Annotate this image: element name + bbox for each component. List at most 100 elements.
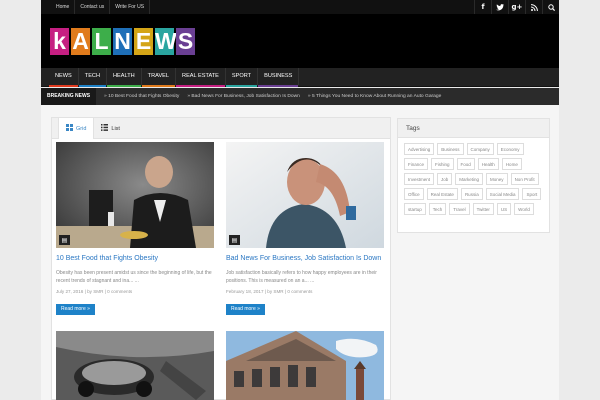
post-thumbnail[interactable] [226,331,384,400]
tag-link[interactable]: Advertising [404,143,435,155]
nav-color-bar [107,85,141,87]
nav-item-label: TRAVEL [147,73,170,79]
nav-item-news[interactable]: NEWS [49,68,79,87]
read-more-label: Read more [61,306,86,312]
nav-item-label: NEWS [55,73,72,79]
logo-letter: k [50,28,69,55]
breaking-news-bar: BREAKING NEWS » 10 Best Food that Fights… [41,88,559,105]
tag-link[interactable]: Social Media [485,188,520,200]
tab-list[interactable]: List [94,118,127,139]
tab-grid[interactable]: Grid [58,118,95,139]
post-title[interactable]: 10 Best Food that Fights Obesity [56,255,158,262]
post-excerpt: Obesity has been present amidst us since… [56,270,212,284]
tag-link[interactable]: Travel [449,203,470,215]
breaking-news-item[interactable]: » Bad News For Business, Job Satisfactio… [187,88,300,105]
tag-link[interactable]: Investment [404,173,435,185]
tag-link[interactable]: Tech [428,203,447,215]
tag-link[interactable]: Money [486,173,508,185]
nav-item-label: REAL ESTATE [182,73,219,79]
logo-letter: L [92,28,111,55]
breaking-news-text: 5 Things You Need to Know About Running … [311,94,442,99]
post-thumbnail[interactable]: ▤ [226,142,384,248]
tag-link[interactable]: startup [404,203,426,215]
rss-icon[interactable] [525,0,542,14]
tags-widget: Tags Advertising Business Company Econom… [397,118,550,233]
nav-item-label: HEALTH [113,73,135,79]
nav-item-business[interactable]: BUSINESS [258,68,300,87]
nav-item-label: TECH [84,73,101,79]
nav-item-sport[interactable]: SPORT [225,68,259,87]
tag-link[interactable]: Office [404,188,424,200]
tags-title: Tags [398,119,549,138]
breaking-news-text: 10 Best Food that Fights Obesity [108,94,180,99]
twitter-icon[interactable] [491,0,508,14]
post-title[interactable]: Bad News For Business, Job Satisfaction … [226,255,381,262]
tags-list: Advertising Business Company Economy Fin… [398,138,549,220]
tag-link[interactable]: Marketing [455,173,484,185]
tag-link[interactable]: Job [437,173,453,185]
logo-letter: N [113,28,132,55]
topnav-contact-link[interactable]: Contact us [75,0,111,14]
post-thumbnail[interactable]: ▤ [56,142,214,248]
tag-link[interactable]: Sport [522,188,542,200]
read-more-label: Read more [231,306,256,312]
tab-list-label: List [111,125,120,132]
topnav-home-link[interactable]: Home [51,0,76,14]
list-icon [101,124,109,133]
post-meta: February 18, 2017 | by SMR | 0 comments [226,289,313,294]
tag-link[interactable]: Economy [496,143,524,155]
google-plus-icon[interactable]: g+ [508,0,525,14]
nav-item-travel[interactable]: TRAVEL [141,68,177,87]
logo-letter: E [134,28,153,55]
post-excerpt: Job satisfaction basically refers to how… [226,270,377,284]
tag-link[interactable]: Home [501,158,522,170]
post-meta: July 27, 2016 | by SMR | 0 comments [56,289,133,294]
logo-letter: W [155,28,177,55]
tag-link[interactable]: Health [477,158,499,170]
nav-color-bar [49,85,78,87]
nav-color-bar [176,85,225,87]
nav-color-bar [78,85,107,87]
nav-item-real-estate[interactable]: REAL ESTATE [176,68,226,87]
tag-link[interactable]: Twitter [472,203,494,215]
view-tabs: Grid List [52,118,390,139]
main-nav: NEWS TECH HEALTH TRAVEL REAL ESTATE SPOR… [41,68,559,87]
tag-link[interactable]: Business [437,143,464,155]
tag-link[interactable]: Russia [460,188,483,200]
tag-link[interactable]: World [514,203,534,215]
topnav-write-link[interactable]: Write For US [110,0,151,14]
tag-link[interactable]: Finance [404,158,429,170]
nav-color-bar [225,85,258,87]
tag-link[interactable]: Company [466,143,494,155]
logo-letter: S [176,28,195,55]
document-icon: ▤ [59,235,70,245]
tag-link[interactable]: Non Profit [510,173,539,185]
top-nav: Home Contact us Write For US [51,0,151,14]
top-bar: Home Contact us Write For US f g+ [41,0,559,14]
read-more-button[interactable]: Read more » [226,304,265,315]
search-icon[interactable] [542,0,559,14]
nav-item-tech[interactable]: TECH [78,68,108,87]
breaking-news-item[interactable]: » 10 Best Food that Fights Obesity [104,88,179,105]
facebook-icon[interactable]: f [474,0,491,14]
tag-link[interactable]: US [496,203,512,215]
breaking-news-text: Bad News For Business, Job Satisfaction … [191,94,300,99]
site-logo[interactable]: k A L N E W S [50,28,195,55]
nav-color-bar [141,85,176,87]
grid-icon [66,124,73,133]
breaking-news-items: » 10 Best Food that Fights Obesity » Bad… [104,88,441,105]
breaking-news-item[interactable]: » 5 Things You Need to Know About Runnin… [308,88,441,105]
tab-grid-label: Grid [76,125,87,132]
breaking-news-label: BREAKING NEWS [41,88,97,105]
social-icons: f g+ [474,0,559,14]
read-more-button[interactable]: Read more » [56,304,95,315]
nav-item-label: SPORT [231,73,252,79]
nav-color-bar [258,85,299,87]
tag-link[interactable]: Real Estate [426,188,458,200]
site-header: k A L N E W S [41,14,559,68]
tag-link[interactable]: Fishing [431,158,454,170]
nav-item-health[interactable]: HEALTH [107,68,142,87]
post-thumbnail[interactable] [56,331,214,400]
logo-letter: A [71,28,90,55]
tag-link[interactable]: Food [456,158,475,170]
